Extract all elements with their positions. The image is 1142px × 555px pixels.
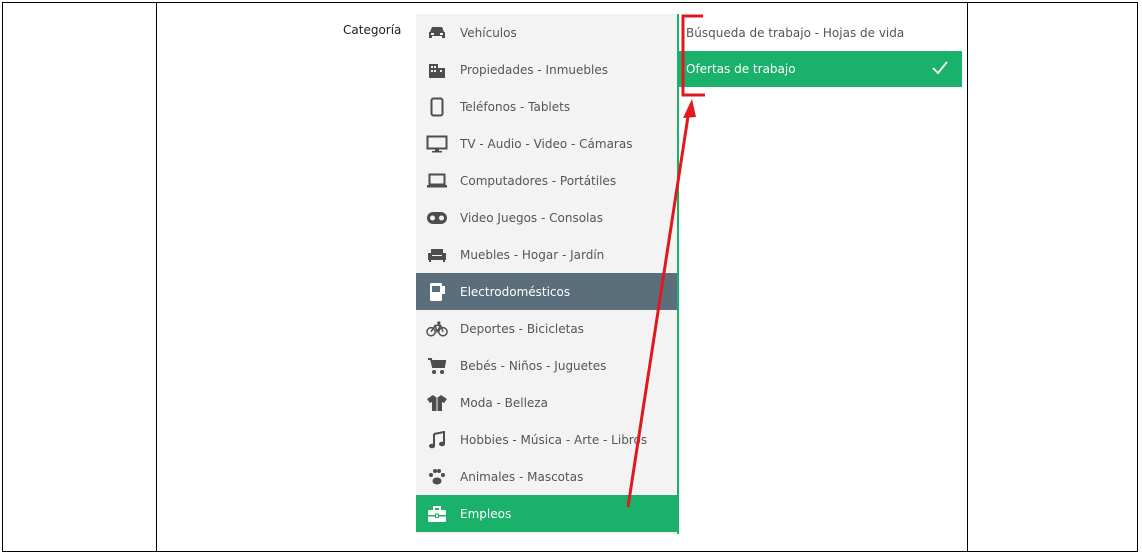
- annotation-overlay: [626, 14, 705, 508]
- annotation-arrow-head: [683, 99, 696, 118]
- annotation-arrow-line: [626, 109, 691, 508]
- annotation-bracket: [681, 14, 705, 97]
